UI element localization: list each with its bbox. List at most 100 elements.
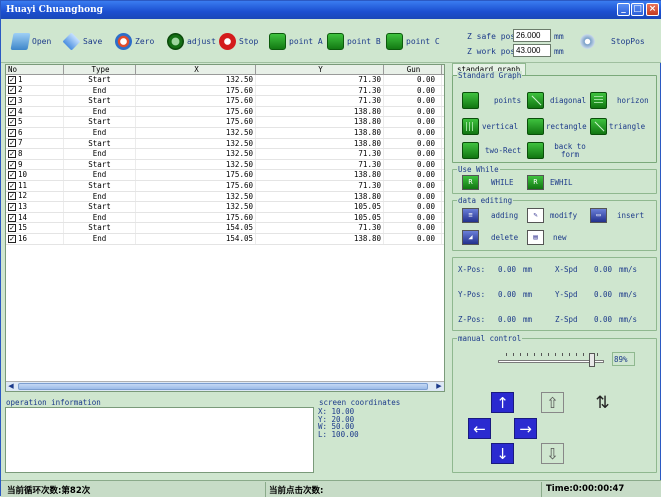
delete-button[interactable]: ◢ delete: [462, 230, 518, 245]
adding-button[interactable]: ≡ adding: [462, 208, 518, 223]
row-checkbox[interactable]: ✓: [8, 107, 16, 116]
table-row[interactable]: ✓ 10 End 175.60 138.80 0.00: [6, 170, 444, 181]
rectangle-button[interactable]: rectangle: [527, 118, 587, 135]
adjust-button[interactable]: adjust: [167, 31, 216, 51]
elapsed-time: Time:0:00:00:47: [546, 484, 625, 494]
col-x-header[interactable]: X: [136, 65, 256, 74]
table-row[interactable]: ✓ 13 Start 132.50 105.05 0.00: [6, 202, 444, 213]
stop-button[interactable]: Stop: [219, 31, 258, 51]
y-spd-label: Y-Spd: [555, 290, 578, 299]
vertical-button[interactable]: vertical: [462, 118, 518, 135]
slider-tick: [597, 353, 598, 356]
table-row[interactable]: ✓ 11 Start 175.60 71.30 0.00: [6, 180, 444, 192]
insert-button[interactable]: ▭ insert: [590, 208, 644, 223]
triangle-button[interactable]: triangle: [590, 118, 645, 135]
cycle-count: 当前循环次数:第82次: [7, 486, 91, 496]
table-row[interactable]: ✓ 16 End 154.05 138.80 0.00: [6, 233, 444, 245]
slider-knob[interactable]: [589, 353, 596, 367]
open-button[interactable]: Open: [10, 31, 51, 51]
y-pos-unit: mm: [523, 290, 533, 299]
table-row[interactable]: ✓ 8 End 132.50 71.30 0.00: [6, 149, 444, 160]
points-label: points: [494, 96, 522, 105]
table-row[interactable]: ✓ 7 Start 132.50 138.80 0.00: [6, 138, 444, 150]
row-checkbox[interactable]: ✓: [8, 118, 16, 127]
table-row[interactable]: ✓ 3 Start 175.60 71.30 0.00: [6, 96, 444, 107]
row-checkbox[interactable]: ✓: [8, 149, 16, 158]
maximize-button[interactable]: □: [631, 3, 644, 16]
row-x: 175.60: [136, 106, 256, 117]
move-up-button[interactable]: ↑: [491, 392, 514, 413]
row-checkbox[interactable]: ✓: [8, 160, 16, 169]
horizon-button[interactable]: horizon: [590, 92, 649, 109]
z-down-button[interactable]: ⇩: [541, 443, 564, 464]
scroll-thumb[interactable]: [18, 383, 428, 390]
while-button[interactable]: R WHILE: [462, 175, 514, 190]
points-table[interactable]: No Type X Y Gun ✓ 1 Start 132.50 71.30 0.00 ✓ 2…: [5, 64, 445, 392]
arrow-left-icon: ←: [473, 419, 486, 438]
point-c-button[interactable]: point C: [386, 31, 440, 51]
row-type: Start: [64, 138, 136, 149]
col-no-header[interactable]: No: [6, 65, 64, 74]
back-to-form-button[interactable]: back to form: [527, 142, 590, 159]
move-right-button[interactable]: →: [514, 418, 537, 439]
new-button[interactable]: ▤ new: [527, 230, 567, 245]
move-left-button[interactable]: ←: [468, 418, 491, 439]
table-row[interactable]: ✓ 2 End 175.60 71.30 0.00: [6, 85, 444, 97]
horizontal-scrollbar[interactable]: ◀ ▶: [6, 381, 444, 391]
row-checkbox[interactable]: ✓: [8, 202, 16, 211]
row-checkbox[interactable]: ✓: [8, 192, 16, 201]
slider-tick: [506, 353, 507, 356]
row-checkbox[interactable]: ✓: [8, 96, 16, 105]
ewhil-label: EWHIL: [550, 178, 573, 187]
col-y-header[interactable]: Y: [256, 65, 384, 74]
row-checkbox[interactable]: ✓: [8, 171, 16, 180]
scroll-left-icon[interactable]: ◀: [6, 382, 16, 391]
col-gun-header[interactable]: Gun: [384, 65, 442, 74]
row-checkbox[interactable]: ✓: [8, 86, 16, 95]
z-toggle-button[interactable]: ⇅: [591, 392, 614, 413]
table-row[interactable]: ✓ 5 Start 175.60 138.80 0.00: [6, 117, 444, 128]
row-checkbox[interactable]: ✓: [8, 224, 16, 233]
modify-button[interactable]: ✎ modify: [527, 208, 577, 223]
speed-slider[interactable]: [498, 353, 610, 367]
move-down-button[interactable]: ↓: [491, 443, 514, 464]
row-x: 175.60: [136, 96, 256, 106]
table-row[interactable]: ✓ 6 End 132.50 138.80 0.00: [6, 127, 444, 139]
row-checkbox[interactable]: ✓: [8, 139, 16, 148]
two-rect-button[interactable]: two-Rect: [462, 142, 521, 159]
row-checkbox[interactable]: ✓: [8, 128, 16, 137]
col-type-header[interactable]: Type: [64, 65, 136, 74]
table-row[interactable]: ✓ 9 Start 132.50 71.30 0.00: [6, 159, 444, 171]
horizon-label: horizon: [617, 96, 649, 105]
while-label: WHILE: [491, 178, 514, 187]
row-number: 15: [18, 223, 28, 233]
minimize-button[interactable]: _: [617, 3, 630, 16]
row-checkbox[interactable]: ✓: [8, 234, 16, 243]
zero-button[interactable]: Zero: [115, 31, 154, 51]
scroll-right-icon[interactable]: ▶: [434, 382, 444, 391]
two-rect-label: two-Rect: [485, 146, 522, 155]
save-button[interactable]: Save: [62, 31, 102, 51]
z-up-button[interactable]: ⇧: [541, 392, 564, 413]
row-checkbox[interactable]: ✓: [8, 213, 16, 222]
point-b-button[interactable]: point B: [327, 31, 381, 51]
z-work-input[interactable]: [513, 44, 551, 57]
close-button[interactable]: ×: [646, 3, 659, 16]
arrow-down-icon: ↓: [496, 444, 509, 463]
points-button[interactable]: points: [462, 92, 521, 109]
z-safe-input[interactable]: [513, 29, 551, 42]
table-row[interactable]: ✓ 4 End 175.60 138.80 0.00: [6, 106, 444, 118]
table-row[interactable]: ✓ 1 Start 132.50 71.30 0.00: [6, 75, 444, 86]
diagonal-button[interactable]: diagonal: [527, 92, 586, 109]
stoppos-button[interactable]: StopPos: [579, 31, 645, 51]
row-type: End: [64, 106, 136, 117]
table-row[interactable]: ✓ 14 End 175.60 105.05 0.00: [6, 212, 444, 224]
row-checkbox[interactable]: ✓: [8, 75, 16, 84]
ewhil-button[interactable]: R EWHIL: [527, 175, 573, 190]
table-row[interactable]: ✓ 15 Start 154.05 71.30 0.00: [6, 223, 444, 234]
row-checkbox[interactable]: ✓: [8, 181, 16, 190]
row-x: 132.50: [136, 191, 256, 202]
point-a-button[interactable]: point A: [269, 31, 323, 51]
table-row[interactable]: ✓ 12 End 132.50 138.80 0.00: [6, 191, 444, 203]
row-x: 175.60: [136, 180, 256, 191]
